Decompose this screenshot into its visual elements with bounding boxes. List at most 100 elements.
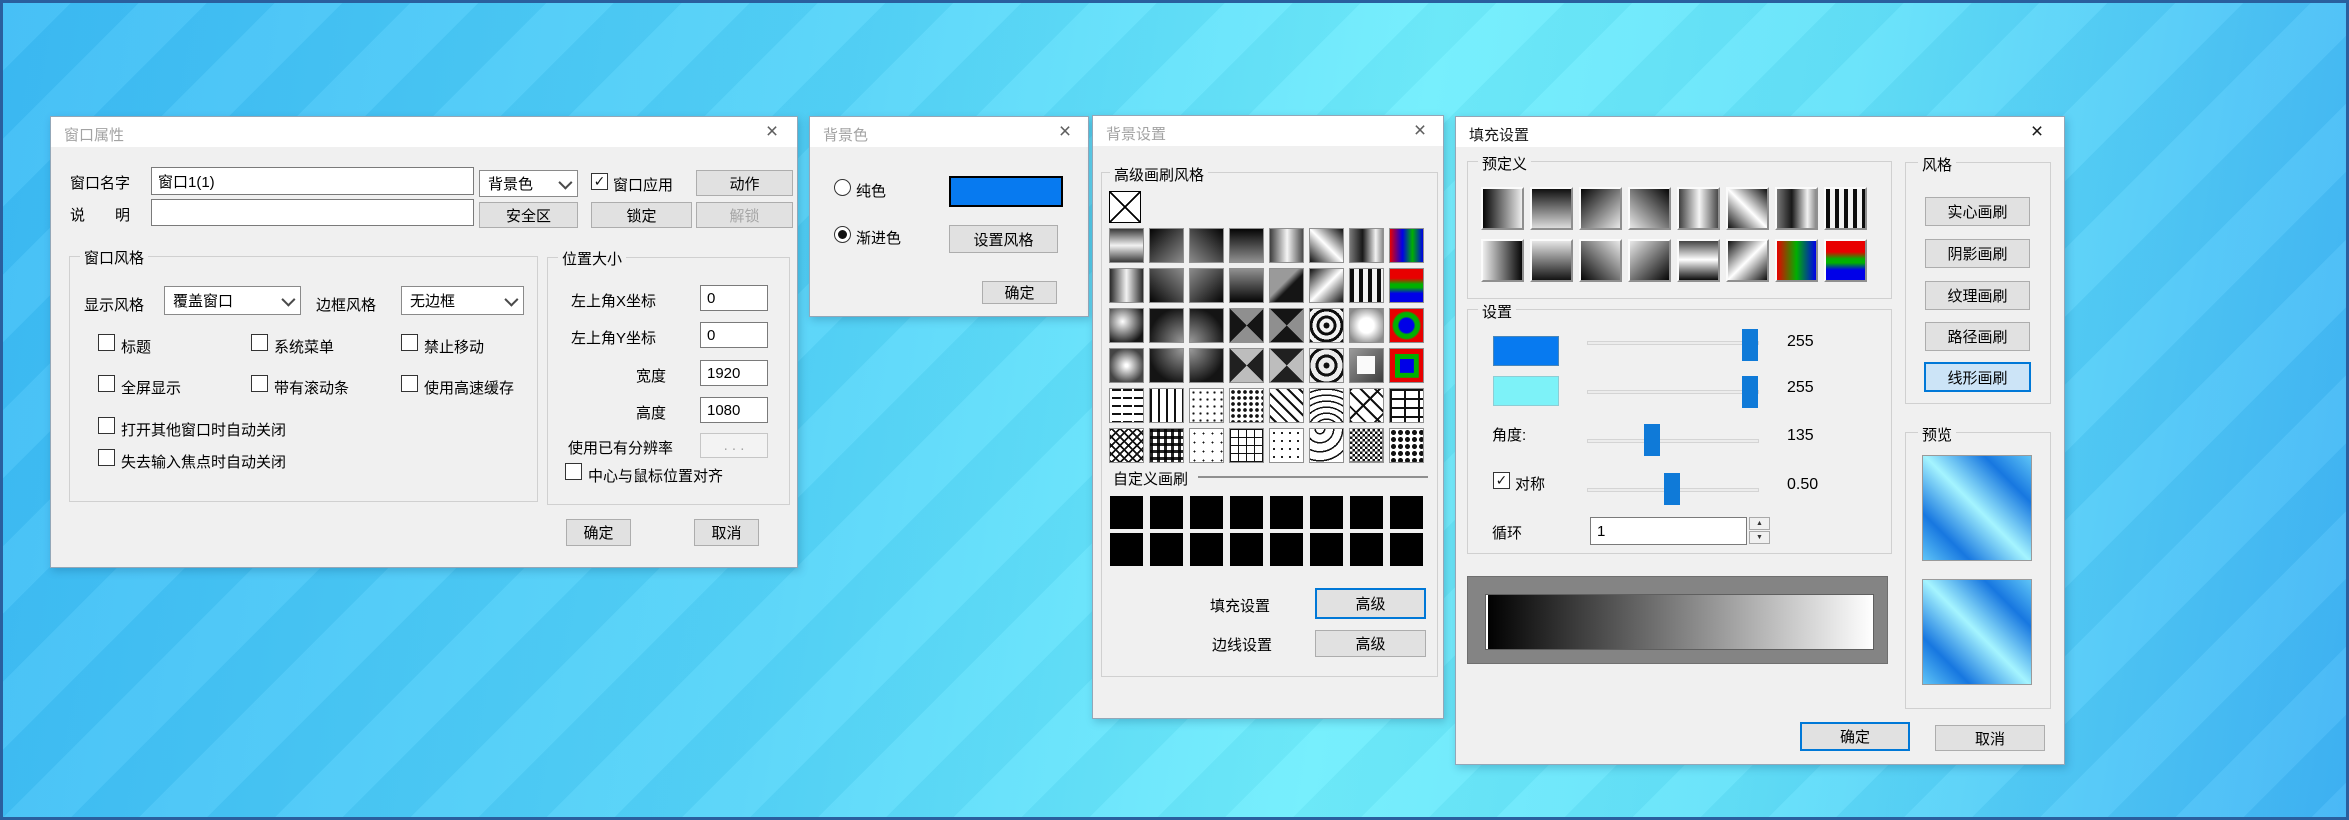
checkbox-system-menu[interactable] bbox=[251, 334, 268, 351]
brush-swatch-corner-tl[interactable] bbox=[1189, 348, 1224, 383]
brush-swatch-black[interactable] bbox=[1350, 533, 1383, 566]
line-advanced-button[interactable]: 高级 bbox=[1315, 630, 1426, 657]
brush-swatch-black[interactable] bbox=[1230, 533, 1263, 566]
brush-swatch-hatch-check[interactable] bbox=[1349, 428, 1384, 463]
safe-area-button[interactable]: 安全区 bbox=[479, 202, 578, 228]
brush-swatch-black[interactable] bbox=[1150, 496, 1183, 529]
brush-swatch-cone-light[interactable] bbox=[1229, 348, 1264, 383]
brush-swatch-p-br2tl[interactable] bbox=[1628, 239, 1671, 282]
color2-swatch[interactable] bbox=[1493, 376, 1559, 406]
brush-swatch-hatch-grid-dot[interactable] bbox=[1229, 428, 1264, 463]
titlebar[interactable]: 填充设置 × bbox=[1456, 117, 2064, 147]
brush-swatch-dark-diag-bl[interactable] bbox=[1189, 228, 1224, 263]
spinner-up-icon[interactable]: ▲ bbox=[1749, 517, 1770, 530]
brush-swatch-black[interactable] bbox=[1190, 496, 1223, 529]
symmetry-slider-thumb[interactable] bbox=[1664, 473, 1680, 505]
brush-swatch-black[interactable] bbox=[1110, 496, 1143, 529]
brush-swatch-p-bl2tr[interactable] bbox=[1579, 239, 1622, 282]
brush-swatch-vband-soft[interactable] bbox=[1677, 187, 1720, 230]
brush-swatch-black[interactable] bbox=[1350, 496, 1383, 529]
brush-swatch-p-tl2br[interactable] bbox=[1579, 187, 1622, 230]
width-input[interactable] bbox=[700, 360, 768, 386]
titlebar[interactable]: 背景色 × bbox=[810, 117, 1088, 147]
brush-swatch-square-white[interactable] bbox=[1349, 348, 1384, 383]
cancel-button[interactable]: 取消 bbox=[694, 519, 759, 546]
brush-swatch-none[interactable] bbox=[1109, 191, 1141, 223]
brush-swatch-diag-shine-45[interactable] bbox=[1726, 187, 1769, 230]
brush-swatch-hatch-plaid[interactable] bbox=[1149, 428, 1184, 463]
brush-swatch-hatch-dash-h[interactable] bbox=[1109, 388, 1144, 423]
brush-swatch-diag-split[interactable] bbox=[1269, 268, 1304, 303]
bg-color-dropdown[interactable]: 背景色 bbox=[479, 170, 578, 197]
brush-swatch-band-h[interactable] bbox=[1109, 228, 1144, 263]
brush-swatch-corner-bl[interactable] bbox=[1189, 308, 1224, 343]
brush-swatch-dark-diag-br[interactable] bbox=[1149, 228, 1184, 263]
solid-color-swatch[interactable] bbox=[949, 176, 1063, 207]
shadow-brush-button[interactable]: 阴影画刷 bbox=[1925, 239, 2030, 268]
brush-swatch-hatch-spheres[interactable] bbox=[1389, 428, 1424, 463]
brush-swatch-squares-rings[interactable] bbox=[1309, 348, 1344, 383]
brush-swatch-black[interactable] bbox=[1270, 496, 1303, 529]
checkbox-scrollbar[interactable] bbox=[251, 375, 268, 392]
y-coord-input[interactable] bbox=[700, 322, 768, 348]
checkbox-cache[interactable] bbox=[401, 375, 418, 392]
brush-swatch-black[interactable] bbox=[1310, 533, 1343, 566]
ok-button[interactable]: 确定 bbox=[566, 519, 631, 546]
brush-swatch-rgb-squares[interactable] bbox=[1389, 348, 1424, 383]
brush-swatch-p-tr2bl[interactable] bbox=[1628, 187, 1671, 230]
height-input[interactable] bbox=[700, 397, 768, 423]
brush-swatch-dark-up[interactable] bbox=[1229, 268, 1264, 303]
brush-swatch-diag-shine-135[interactable] bbox=[1309, 268, 1344, 303]
border-style-dropdown[interactable]: 无边框 bbox=[401, 286, 524, 315]
checkbox-auto-close-other[interactable] bbox=[98, 417, 115, 434]
close-icon[interactable]: × bbox=[1405, 118, 1435, 144]
angle-slider-track[interactable] bbox=[1587, 439, 1759, 443]
brush-swatch-rings[interactable] bbox=[1309, 308, 1344, 343]
brush-swatch-star[interactable] bbox=[1109, 348, 1144, 383]
color1-slider-thumb[interactable] bbox=[1742, 329, 1758, 361]
cycle-input[interactable] bbox=[1590, 517, 1747, 545]
color1-slider-track[interactable] bbox=[1587, 341, 1759, 345]
brush-swatch-dark-down[interactable] bbox=[1229, 228, 1264, 263]
brush-swatch-glow-big[interactable] bbox=[1349, 308, 1384, 343]
brush-swatch-cone-dark2[interactable] bbox=[1269, 308, 1304, 343]
lock-button[interactable]: 锁定 bbox=[591, 202, 692, 228]
gradient-color-radio[interactable] bbox=[834, 226, 851, 243]
brush-swatch-rgb-v[interactable] bbox=[1389, 228, 1424, 263]
brush-swatch-corner-tr[interactable] bbox=[1149, 348, 1184, 383]
fill-advanced-button[interactable]: 高级 bbox=[1315, 588, 1426, 619]
brush-swatch-rgb-h[interactable] bbox=[1824, 239, 1867, 282]
brush-swatch-diag-shine-45[interactable] bbox=[1309, 228, 1344, 263]
close-icon[interactable]: × bbox=[1050, 119, 1080, 145]
path-brush-button[interactable]: 路径画刷 bbox=[1925, 322, 2030, 351]
cancel-button[interactable]: 取消 bbox=[1935, 725, 2045, 751]
brush-swatch-rgb-v3[interactable] bbox=[1775, 239, 1818, 282]
brush-swatch-black[interactable] bbox=[1390, 533, 1423, 566]
brush-swatch-stripes-v[interactable] bbox=[1824, 187, 1867, 230]
description-input[interactable] bbox=[151, 199, 474, 226]
brush-swatch-dark-diag-tr[interactable] bbox=[1149, 268, 1184, 303]
brush-swatch-p-light-t2b[interactable] bbox=[1530, 239, 1573, 282]
brush-swatch-cone-light2[interactable] bbox=[1269, 348, 1304, 383]
linear-brush-button[interactable]: 线形画刷 bbox=[1924, 362, 2031, 392]
resolution-ellipsis-button[interactable]: . . . bbox=[700, 433, 768, 458]
brush-swatch-black[interactable] bbox=[1390, 496, 1423, 529]
brush-swatch-hatch-lines-v[interactable] bbox=[1149, 388, 1184, 423]
brush-swatch-hatch-brick[interactable] bbox=[1389, 388, 1424, 423]
ok-button[interactable]: 确定 bbox=[982, 281, 1057, 304]
brush-swatch-hatch-dots3[interactable] bbox=[1269, 428, 1304, 463]
set-style-button[interactable]: 设置风格 bbox=[949, 225, 1058, 253]
close-icon[interactable]: × bbox=[757, 119, 787, 145]
checkbox-fullscreen[interactable] bbox=[98, 375, 115, 392]
brush-swatch-rgb-h[interactable] bbox=[1389, 268, 1424, 303]
brush-swatch-hatch-dots2[interactable] bbox=[1229, 388, 1264, 423]
brush-swatch-band-h-sharp[interactable] bbox=[1677, 239, 1720, 282]
brush-swatch-black[interactable] bbox=[1150, 533, 1183, 566]
angle-slider-thumb[interactable] bbox=[1644, 424, 1660, 456]
brush-swatch-glow-center[interactable] bbox=[1109, 308, 1144, 343]
brush-swatch-rgb-rings[interactable] bbox=[1389, 308, 1424, 343]
checkbox-center-mouse[interactable] bbox=[565, 463, 582, 480]
brush-swatch-hatch-divot[interactable] bbox=[1189, 428, 1224, 463]
brush-swatch-hatch-diag-brick[interactable] bbox=[1349, 388, 1384, 423]
brush-swatch-vband-right[interactable] bbox=[1349, 228, 1384, 263]
